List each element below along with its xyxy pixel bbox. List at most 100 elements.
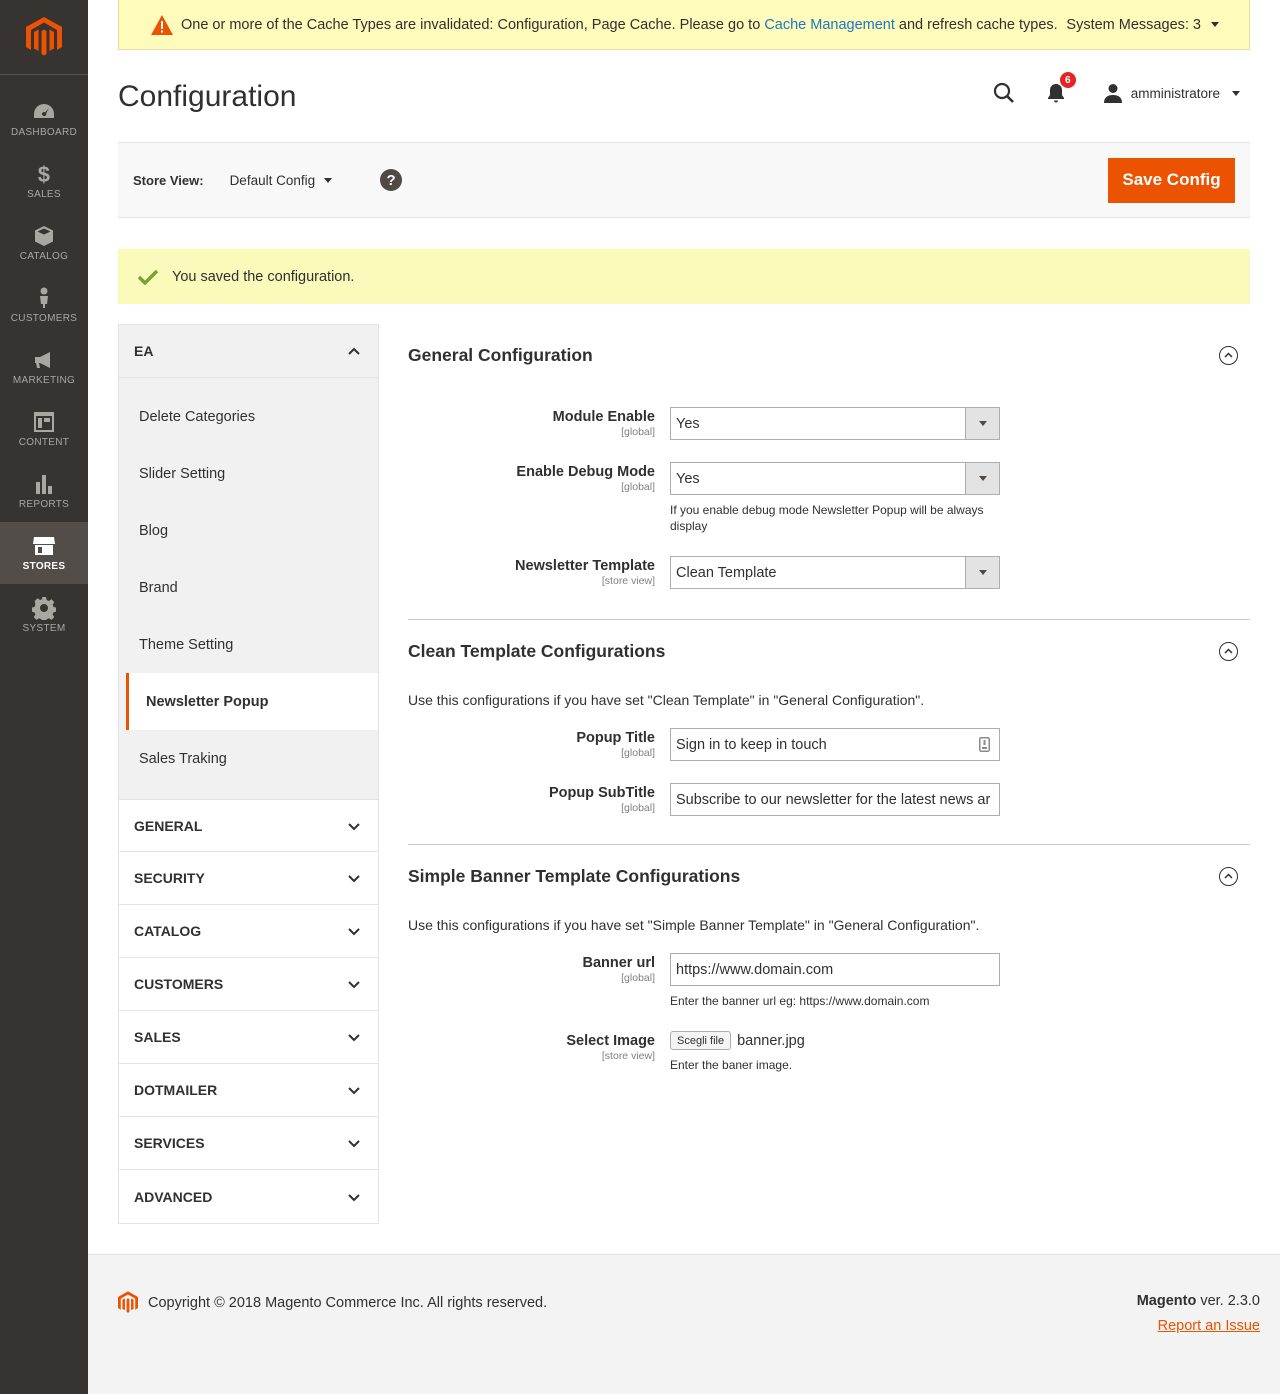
field-label: Module Enable xyxy=(552,409,655,425)
nav-catalog[interactable]: CATALOG xyxy=(0,212,88,274)
help-icon[interactable]: ? xyxy=(380,169,403,191)
nav-system[interactable]: SYSTEM xyxy=(0,584,88,646)
user-menu[interactable]: amministratore xyxy=(1103,83,1240,103)
module-enable-select[interactable]: Yes xyxy=(670,407,1000,440)
chevron-down-icon xyxy=(965,463,999,494)
gear-icon xyxy=(32,597,56,620)
nav-dashboard[interactable]: DASHBOARD xyxy=(0,88,88,150)
section-header[interactable]: Clean Template Configurations xyxy=(408,620,1250,682)
version-text: ver. 2.3.0 xyxy=(1200,1293,1260,1309)
tab-group-ea[interactable]: EA xyxy=(119,325,378,378)
tab-group-general[interactable]: GENERAL xyxy=(119,799,378,852)
system-messages-dropdown[interactable]: System Messages: 3 xyxy=(1066,17,1219,33)
field-scope: [global] xyxy=(621,972,655,984)
tab-group-label: SALES xyxy=(134,1029,181,1045)
input-value: https://www.domain.com xyxy=(676,961,834,978)
popup-subtitle-input[interactable]: Subscribe to our newsletter for the late… xyxy=(670,783,1000,816)
nav-content[interactable]: CONTENT xyxy=(0,398,88,460)
system-messages-count: System Messages: 3 xyxy=(1066,16,1201,33)
system-message-prefix: One or more of the Cache Types are inval… xyxy=(181,16,761,33)
tab-group-customers[interactable]: CUSTOMERS xyxy=(119,958,378,1011)
tab-group-label: ADVANCED xyxy=(134,1188,213,1205)
system-message-text: One or more of the Cache Types are inval… xyxy=(181,17,1058,33)
section-header[interactable]: General Configuration xyxy=(408,324,1250,386)
section-header[interactable]: Simple Banner Template Configurations xyxy=(408,845,1250,907)
nav-sales[interactable]: $ SALES xyxy=(0,150,88,212)
chevron-down-icon xyxy=(965,408,999,439)
nav-label: SALES xyxy=(27,189,61,200)
config-tabs: EA Delete Categories Slider Setting Blog… xyxy=(118,324,379,1224)
store-icon xyxy=(33,537,55,555)
tab-group-catalog[interactable]: CATALOG xyxy=(119,905,378,958)
checkmark-icon xyxy=(138,269,158,285)
field-scope: [global] xyxy=(621,426,655,438)
dashboard-icon xyxy=(34,104,54,118)
copyright-text: Copyright © 2018 Magento Commerce Inc. A… xyxy=(148,1294,548,1311)
field-scope: [global] xyxy=(621,802,655,814)
nav-label: CUSTOMERS xyxy=(10,313,78,324)
section-description: Use this configurations if you have set … xyxy=(408,917,980,933)
header-actions: 6 amministratore xyxy=(993,72,1240,104)
ea-tab-items: Delete Categories Slider Setting Blog Br… xyxy=(119,378,378,799)
field-note: Enter the baner image. xyxy=(670,1058,793,1072)
nav-stores[interactable]: STORES xyxy=(0,522,88,584)
magento-logo-icon xyxy=(118,1291,138,1313)
dollar-icon: $ xyxy=(38,162,50,186)
chevron-down-icon xyxy=(348,875,360,883)
nav-label: CATALOG xyxy=(19,251,69,262)
tab-theme-setting[interactable]: Theme Setting xyxy=(119,616,378,673)
debug-mode-select[interactable]: Yes xyxy=(670,462,1000,495)
chevron-down-icon xyxy=(348,1034,360,1042)
nav-reports[interactable]: REPORTS xyxy=(0,460,88,522)
warning-icon xyxy=(151,14,173,35)
collapse-icon[interactable] xyxy=(1219,641,1238,661)
tab-brand[interactable]: Brand xyxy=(119,559,378,616)
tab-group-advanced[interactable]: ADVANCED xyxy=(119,1170,378,1223)
tab-group-services[interactable]: SERVICES xyxy=(119,1117,378,1170)
store-view-bar: Store View: Default Config ? Save Config xyxy=(118,142,1250,218)
nav-marketing[interactable]: MARKETING xyxy=(0,336,88,398)
magento-logo[interactable] xyxy=(0,0,88,75)
banner-url-input[interactable]: https://www.domain.com xyxy=(670,953,1000,986)
input-value: Subscribe to our newsletter for the late… xyxy=(676,791,991,808)
newsletter-template-select[interactable]: Clean Template xyxy=(670,556,1000,589)
tab-group-sales[interactable]: SALES xyxy=(119,1011,378,1064)
store-view-value: Default Config xyxy=(229,172,316,188)
nav-customers[interactable]: CUSTOMERS xyxy=(0,274,88,336)
field-newsletter-template: Newsletter Template [store view] Clean T… xyxy=(408,556,1250,589)
choose-file-button[interactable]: Scegli file xyxy=(670,1031,732,1050)
save-config-button[interactable]: Save Config xyxy=(1108,157,1235,203)
collapse-icon[interactable] xyxy=(1219,866,1238,886)
selected-file-name: banner.jpg xyxy=(737,1032,805,1049)
layout-icon xyxy=(34,412,54,432)
global-search-button[interactable] xyxy=(993,82,1015,104)
collapse-icon[interactable] xyxy=(1219,345,1238,365)
store-view-switcher[interactable]: Default Config xyxy=(230,173,333,188)
success-message-text: You saved the configuration. xyxy=(172,268,355,285)
tab-newsletter-popup[interactable]: Newsletter Popup xyxy=(126,673,378,730)
nav-label: REPORTS xyxy=(18,499,70,510)
tab-group-dotmailer[interactable]: DOTMAILER xyxy=(119,1064,378,1117)
page-title: Configuration xyxy=(118,80,297,113)
cache-management-link[interactable]: Cache Management xyxy=(764,17,895,33)
tab-delete-categories[interactable]: Delete Categories xyxy=(119,388,378,445)
popup-title-input[interactable]: Sign in to keep in touch xyxy=(670,728,1000,761)
tab-slider-setting[interactable]: Slider Setting xyxy=(119,445,378,502)
store-view-label: Store View: xyxy=(133,172,204,188)
report-issue-link[interactable]: Report an Issue xyxy=(1158,1318,1260,1334)
field-label: Enable Debug Mode xyxy=(516,464,655,480)
chevron-down-icon xyxy=(965,557,999,588)
field-scope: [store view] xyxy=(601,1050,655,1062)
admin-sidebar: DASHBOARD $ SALES CATALOG CUSTOMERS MARK… xyxy=(0,0,88,1394)
section-title: Clean Template Configurations xyxy=(408,640,666,661)
tab-group-security[interactable]: SECURITY xyxy=(119,852,378,905)
chevron-down-icon xyxy=(348,1087,360,1095)
field-enable-debug-mode: Enable Debug Mode [global] Yes If you en… xyxy=(408,462,1250,534)
field-info-icon xyxy=(979,737,990,752)
section-description: Use this configurations if you have set … xyxy=(408,692,925,708)
chevron-down-icon xyxy=(1232,90,1240,96)
notifications-button[interactable]: 6 xyxy=(1047,72,1076,103)
tab-sales-traking[interactable]: Sales Traking xyxy=(119,730,378,787)
tab-blog[interactable]: Blog xyxy=(119,502,378,559)
tab-group-label: EA xyxy=(134,343,154,359)
